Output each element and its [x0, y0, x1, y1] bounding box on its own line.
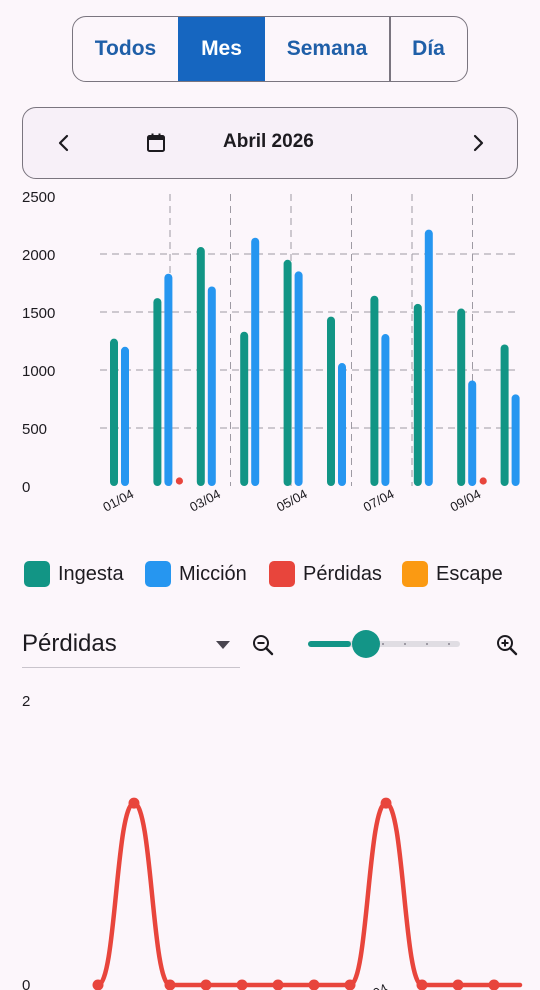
series-dropdown-value: Pérdidas: [22, 630, 117, 657]
y-tick-label: 2500: [22, 189, 55, 206]
zoom-slider-tick: [404, 643, 406, 645]
dropdown-arrow-icon: [216, 641, 230, 649]
line-point: [236, 979, 248, 990]
chevron-left-icon[interactable]: [51, 130, 77, 156]
x-tick-label: 09/04: [448, 486, 484, 515]
line-point: [200, 979, 212, 990]
bar-miccion: [121, 346, 129, 486]
bar-ingesta: [153, 298, 162, 486]
zoom-slider[interactable]: [308, 628, 460, 660]
zoom-slider-tick: [382, 643, 384, 645]
line-point: [308, 979, 320, 990]
legend-swatch-miccion: [145, 561, 171, 587]
bar-miccion: [381, 334, 390, 486]
line-point: [128, 797, 140, 809]
bar-miccion: [164, 273, 173, 486]
legend-label-escape: Escape: [436, 562, 503, 585]
legend-label-ingesta: Ingesta: [58, 562, 124, 585]
line-point: [344, 979, 356, 990]
y-tick-label: 1500: [22, 305, 55, 322]
monthly-bar-chart: 0 500 1000 1500 2000 2500 01/04 03/04 05/04 07/04…: [22, 189, 520, 515]
bar-ingesta: [110, 338, 118, 486]
y-tick-label: 0: [22, 479, 30, 496]
bar-ingesta: [196, 247, 205, 486]
perdidas-line-chart: 0 2 04: [22, 693, 523, 990]
x-tick-label: 01/04: [100, 486, 136, 515]
line-point: [92, 979, 104, 990]
tab-semana[interactable]: Semana: [265, 17, 389, 81]
legend-swatch-perdidas: [269, 561, 295, 587]
y-tick-label: 2000: [22, 247, 55, 264]
legend-item-perdidas[interactable]: Pérdidas: [269, 560, 382, 588]
date-navigator: Abril 2026: [22, 107, 518, 179]
legend-swatch-ingesta: [24, 561, 50, 587]
legend-swatch-escape: [402, 561, 428, 587]
zoom-slider-tick: [448, 643, 450, 645]
legend-label-perdidas: Pérdidas: [303, 562, 382, 585]
line-point: [272, 979, 284, 990]
legend-item-ingesta[interactable]: Ingesta: [24, 560, 124, 588]
bar-ingesta: [327, 316, 335, 486]
bar-perdidas: [479, 477, 487, 485]
bar-ingesta: [413, 303, 422, 486]
line-point: [380, 797, 392, 809]
bar-ingesta: [370, 295, 379, 486]
y-tick-label: 0: [22, 977, 30, 990]
tab-todos[interactable]: Todos: [73, 17, 178, 81]
y-tick-label: 500: [22, 421, 47, 438]
line-point: [452, 979, 464, 990]
bar-miccion: [294, 271, 303, 486]
bar-miccion: [468, 380, 477, 486]
legend-item-escape[interactable]: Escape: [402, 560, 503, 588]
series-dropdown[interactable]: Pérdidas: [22, 622, 240, 668]
x-tick-label: 03/04: [187, 486, 223, 515]
legend-label-miccion: Micción: [179, 562, 247, 585]
bar-miccion: [251, 237, 260, 486]
bar-miccion: [511, 394, 520, 486]
x-tick-label: 04: [370, 981, 390, 990]
tab-dia[interactable]: Día: [391, 17, 467, 81]
bar-ingesta: [457, 308, 466, 486]
y-tick-label: 2: [22, 693, 30, 710]
chevron-right-icon[interactable]: [465, 130, 491, 156]
bar-miccion: [338, 363, 346, 486]
line-point: [488, 979, 500, 990]
zoom-slider-fill: [308, 641, 351, 647]
x-tick-label: 05/04: [274, 486, 310, 515]
bar-perdidas: [175, 477, 183, 485]
zoom-in-icon[interactable]: [494, 632, 520, 658]
bar-ingesta: [283, 259, 292, 486]
bar-miccion: [424, 229, 433, 486]
calendar-icon[interactable]: [145, 132, 167, 154]
zoom-slider-thumb[interactable]: [351, 630, 380, 658]
line-point: [164, 979, 176, 990]
period-segmented-control: Todos Mes Semana Día: [72, 16, 468, 82]
month-title: Abril 2026: [223, 131, 314, 152]
line-point: [416, 979, 428, 990]
bar-ingesta: [240, 331, 249, 486]
tab-mes[interactable]: Mes: [178, 17, 265, 81]
x-tick-label: 07/04: [361, 486, 397, 515]
zoom-slider-tick: [426, 643, 428, 645]
zoom-out-icon[interactable]: [250, 632, 276, 658]
legend-item-miccion[interactable]: Micción: [145, 560, 247, 588]
bar-ingesta: [500, 344, 509, 486]
y-tick-label: 1000: [22, 363, 55, 380]
line-perdidas: [95, 800, 523, 988]
bar-miccion: [207, 286, 216, 486]
